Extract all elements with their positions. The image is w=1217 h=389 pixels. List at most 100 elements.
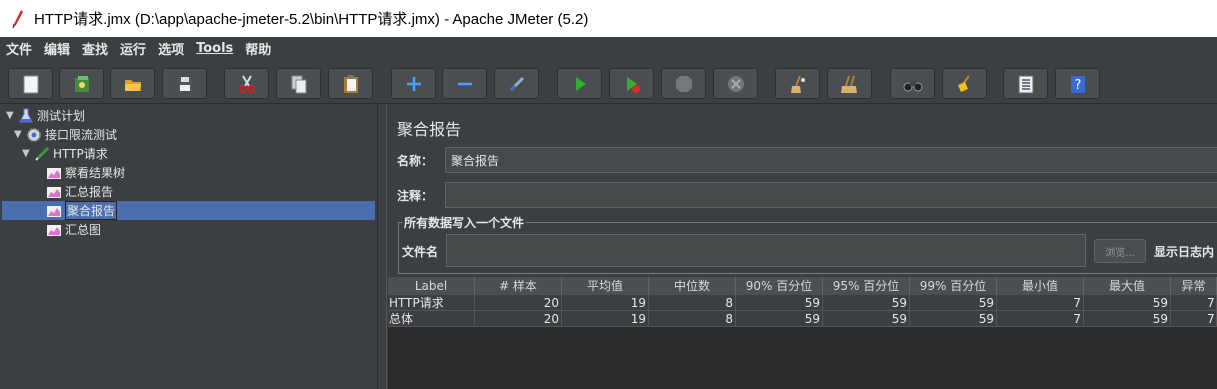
tree-item-http-request[interactable]: ▼ HTTP请求	[22, 144, 108, 163]
save-button[interactable]	[162, 68, 207, 99]
table-cell: 59	[736, 311, 823, 327]
tree-item-thread-group[interactable]: ▼ 接口限流测试	[14, 125, 117, 144]
filename-field[interactable]	[446, 234, 1086, 267]
shutdown-button[interactable]	[713, 68, 758, 99]
aggregate-report-panel: 聚合报告 名称： 聚合报告 注释： 所有数据写入一个文件 文件名 浏览... 显…	[388, 104, 1217, 389]
tree-item-summary-graph[interactable]: 汇总图	[46, 220, 101, 239]
menu-run[interactable]: 运行	[120, 39, 146, 58]
display-log-label: 显示日志内	[1154, 245, 1215, 259]
table-cell: 59	[1084, 295, 1171, 311]
start-button[interactable]	[557, 68, 602, 99]
collapse-arrow-icon[interactable]: ▼	[6, 110, 18, 121]
cut-button[interactable]	[224, 68, 269, 99]
binoculars-icon	[903, 80, 922, 91]
clear-button[interactable]	[775, 68, 820, 99]
new-button[interactable]	[8, 68, 53, 99]
col-header-min[interactable]: 最小值	[997, 277, 1084, 295]
tree-item-label: 察看结果树	[65, 166, 126, 180]
save-icon	[177, 76, 192, 91]
table-cell: HTTP请求	[388, 295, 475, 311]
name-label: 名称：	[397, 154, 434, 168]
chart-listener-icon	[47, 186, 61, 198]
tree-item-label: 接口限流测试	[45, 128, 118, 142]
table-cell: 59	[1084, 311, 1171, 327]
menu-tools[interactable]: Tools	[196, 41, 233, 56]
table-cell: 59	[823, 295, 910, 311]
menu-help[interactable]: 帮助	[245, 39, 271, 58]
table-cell: 59	[910, 295, 997, 311]
help-button[interactable]: ?	[1055, 68, 1100, 99]
templates-button[interactable]	[59, 68, 104, 99]
test-plan-tree: ▼ 测试计划 ▼ 接口限流测试 ▼ HTTP请求 察看结果树 汇总报告 聚合报告…	[0, 104, 378, 389]
table-cell: 19	[562, 311, 649, 327]
expand-all-button[interactable]	[391, 68, 436, 99]
collapse-arrow-icon[interactable]: ▼	[22, 148, 34, 159]
search-button[interactable]	[890, 68, 935, 99]
broom-icon	[957, 74, 970, 92]
open-icon	[124, 79, 141, 91]
paste-icon	[343, 74, 358, 93]
svg-text:?: ?	[1074, 78, 1081, 93]
table-cell: 7	[997, 311, 1084, 327]
tree-item-label: 汇总报告	[65, 185, 114, 199]
window-title: HTTP请求.jmx (D:\app\apache-jmeter-5.2\bin…	[34, 11, 589, 28]
table-cell: 7	[1171, 295, 1217, 311]
tree-item-summary-report[interactable]: 汇总报告	[46, 182, 113, 201]
table-cell: 59	[910, 311, 997, 327]
function-helper-button[interactable]	[1003, 68, 1048, 99]
stop-button[interactable]	[661, 68, 706, 99]
start-no-pause-icon	[626, 76, 640, 93]
tree-item-label: HTTP请求	[53, 147, 108, 161]
gear-icon	[27, 127, 41, 142]
copy-button[interactable]	[276, 68, 321, 99]
tree-item-aggregate-report[interactable]: 聚合报告	[2, 201, 375, 220]
split-pane-divider[interactable]	[378, 104, 387, 389]
col-header-max[interactable]: 最大值	[1084, 277, 1171, 295]
name-field[interactable]: 聚合报告	[445, 147, 1217, 173]
chart-listener-icon	[47, 205, 61, 217]
col-header-95-percentile[interactable]: 95% 百分位	[823, 277, 910, 295]
col-header-average[interactable]: 平均值	[562, 277, 649, 295]
reset-search-button[interactable]	[942, 68, 987, 99]
shutdown-icon	[727, 75, 744, 92]
table-row[interactable]: HTTP请求 20 19 8 59 59 59 7 59 7	[388, 295, 1217, 311]
open-button[interactable]	[110, 68, 155, 99]
start-icon	[575, 76, 586, 91]
new-icon	[23, 75, 38, 93]
table-cell: 7	[1171, 311, 1217, 327]
tree-item-label: 测试计划	[37, 109, 86, 123]
table-row[interactable]: 总体 20 19 8 59 59 59 7 59 7	[388, 311, 1217, 327]
menu-search[interactable]: 查找	[82, 39, 108, 58]
tree-item-view-results-tree[interactable]: 察看结果树	[46, 163, 125, 182]
menu-file[interactable]: 文件	[6, 39, 32, 58]
collapse-all-button[interactable]	[442, 68, 487, 99]
collapse-arrow-icon[interactable]: ▼	[14, 129, 26, 140]
menu-edit[interactable]: 编辑	[44, 39, 70, 58]
col-header-label[interactable]: Label	[388, 277, 475, 295]
col-header-99-percentile[interactable]: 99% 百分位	[910, 277, 997, 295]
start-no-pause-button[interactable]	[609, 68, 654, 99]
table-cell: 总体	[388, 311, 475, 327]
table-cell: 8	[649, 295, 736, 311]
flask-icon	[19, 108, 33, 122]
col-header-90-percentile[interactable]: 90% 百分位	[736, 277, 823, 295]
col-header-median[interactable]: 中位数	[649, 277, 736, 295]
menu-options[interactable]: 选项	[158, 39, 184, 58]
table-cell: 20	[475, 295, 562, 311]
browse-button[interactable]: 浏览...	[1094, 239, 1146, 263]
col-header-error[interactable]: 异常	[1171, 277, 1217, 295]
clear-all-button[interactable]	[827, 68, 872, 99]
paste-button[interactable]	[328, 68, 373, 99]
copy-icon	[291, 75, 306, 93]
table-cell: 7	[997, 295, 1084, 311]
toggle-button[interactable]	[494, 68, 539, 99]
toolbar: ?	[0, 59, 1217, 104]
table-cell: 59	[736, 295, 823, 311]
table-cell: 20	[475, 311, 562, 327]
chart-listener-icon	[47, 167, 61, 179]
col-header-samples[interactable]: # 样本	[475, 277, 562, 295]
comment-field[interactable]	[445, 182, 1217, 208]
tree-item-test-plan[interactable]: ▼ 测试计划	[6, 106, 85, 125]
title-bar: HTTP请求.jmx (D:\app\apache-jmeter-5.2\bin…	[0, 0, 1217, 37]
table-header: Label # 样本 平均值 中位数 90% 百分位 95% 百分位 99% 百…	[388, 277, 1217, 295]
